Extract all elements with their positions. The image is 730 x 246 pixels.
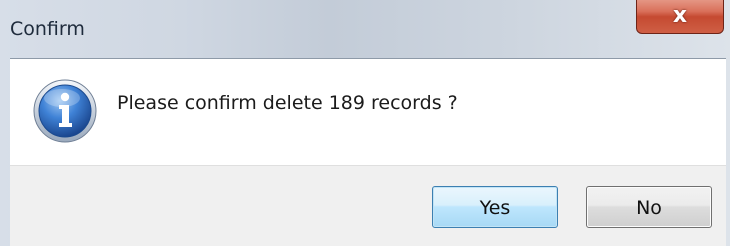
window-frame-right <box>726 58 730 246</box>
info-icon <box>33 79 97 143</box>
message-area: Please confirm delete 189 records ? <box>10 58 726 165</box>
title-bar[interactable]: Confirm x <box>0 0 730 58</box>
window-title: Confirm <box>10 18 85 40</box>
no-button[interactable]: No <box>586 186 712 228</box>
yes-button[interactable]: Yes <box>432 186 558 228</box>
close-button[interactable]: x <box>636 0 724 34</box>
confirm-message: Please confirm delete 189 records ? <box>117 92 458 114</box>
close-icon: x <box>672 3 688 28</box>
button-bar: Yes No <box>10 165 726 246</box>
confirm-dialog: Confirm x Please confirm delete 189 reco… <box>0 0 730 246</box>
window-frame-left <box>0 58 10 246</box>
